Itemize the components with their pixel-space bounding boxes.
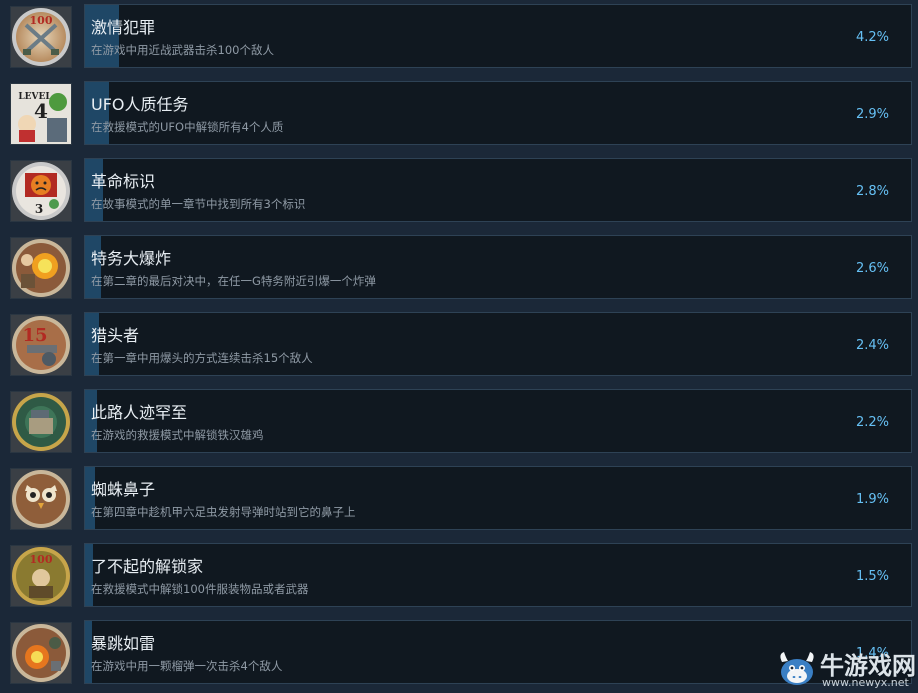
grenade-blast-icon (10, 622, 72, 684)
site-watermark: 牛游戏网 www.newyx.net (772, 640, 918, 693)
achievement-panel: 猎头者 在第一章中用爆头的方式连续击杀15个敌人 2.4% (84, 312, 912, 376)
iron-rooster-icon (10, 391, 72, 453)
unlock-percent: 1.5% (855, 569, 889, 584)
svg-text:4: 4 (34, 99, 48, 123)
unlock-100-icon: 100 (10, 545, 72, 607)
svg-text:15: 15 (22, 325, 47, 346)
achievement-row[interactable]: LEVEL 4 UFO人质任务 在救援模式的UFO中解锁所有4个人质 2.9% (0, 81, 918, 145)
achievement-panel: UFO人质任务 在救援模式的UFO中解锁所有4个人质 2.9% (84, 81, 912, 145)
achievement-panel: 激情犯罪 在游戏中用近战武器击杀100个敌人 4.2% (84, 4, 912, 68)
achievement-row[interactable]: 100 了不起的解锁家 在救援模式中解锁100件服装物品或者武器 1.5% (0, 543, 918, 607)
unlock-percent: 2.9% (855, 107, 889, 122)
achievement-title: 了不起的解锁家 (91, 557, 204, 576)
watermark-url: www.newyx.net (822, 676, 909, 689)
achievement-description: 在救援模式的UFO中解锁所有4个人质 (91, 120, 284, 134)
headshot-15-icon: 15 (10, 314, 72, 376)
achievement-panel: 此路人迹罕至 在游戏的救援模式中解锁铁汉雄鸡 2.2% (84, 389, 912, 453)
svg-text:100: 100 (30, 14, 53, 27)
achievement-title: 特务大爆炸 (91, 249, 172, 268)
explosion-icon (10, 237, 72, 299)
achievement-row[interactable]: 3 革命标识 在故事模式的单一章节中找到所有3个标识 2.8% (0, 158, 918, 222)
unlock-percent: 2.6% (855, 261, 889, 276)
emblem-3-icon: 3 (10, 160, 72, 222)
achievement-description: 在游戏中用近战武器击杀100个敌人 (91, 43, 274, 57)
unlock-percent: 4.2% (855, 30, 889, 45)
achievement-panel: 了不起的解锁家 在救援模式中解锁100件服装物品或者武器 1.5% (84, 543, 912, 607)
unlock-percent: 2.8% (855, 184, 889, 199)
unlock-percent: 1.9% (855, 492, 889, 507)
achievement-description: 在第一章中用爆头的方式连续击杀15个敌人 (91, 351, 313, 365)
achievement-description: 在游戏中用一颗榴弹一次击杀4个敌人 (91, 659, 283, 673)
achievement-description: 在救援模式中解锁100件服装物品或者武器 (91, 582, 309, 596)
achievement-row[interactable]: 15 猎头者 在第一章中用爆头的方式连续击杀15个敌人 2.4% (0, 312, 918, 376)
achievement-panel: 特务大爆炸 在第二章的最后对决中，在任一G特务附近引爆一个炸弹 2.6% (84, 235, 912, 299)
achievement-description: 在第二章的最后对决中，在任一G特务附近引爆一个炸弹 (91, 274, 376, 288)
achievement-panel: 蜘蛛鼻子 在第四章中趁机甲六足虫发射导弹时站到它的鼻子上 1.9% (84, 466, 912, 530)
achievement-title: UFO人质任务 (91, 95, 189, 114)
achievement-row[interactable]: 蜘蛛鼻子 在第四章中趁机甲六足虫发射导弹时站到它的鼻子上 1.9% (0, 466, 918, 530)
svg-text:100: 100 (30, 553, 53, 566)
cow-logo-icon (780, 652, 814, 685)
unlock-percent: 2.2% (855, 415, 889, 430)
crossed-knives-icon: 100 (10, 6, 72, 68)
achievement-row[interactable]: 此路人迹罕至 在游戏的救援模式中解锁铁汉雄鸡 2.2% (0, 389, 918, 453)
achievement-title: 暴跳如雷 (91, 634, 156, 653)
achievement-title: 此路人迹罕至 (91, 403, 188, 422)
achievement-title: 蜘蛛鼻子 (91, 480, 156, 499)
achievement-description: 在第四章中趁机甲六足虫发射导弹时站到它的鼻子上 (91, 505, 356, 519)
achievement-panel: 革命标识 在故事模式的单一章节中找到所有3个标识 2.8% (84, 158, 912, 222)
achievement-description: 在故事模式的单一章节中找到所有3个标识 (91, 197, 306, 211)
level-4-ufo-icon: LEVEL 4 (10, 83, 72, 145)
owl-icon (10, 468, 72, 530)
achievement-list: 100 激情犯罪 在游戏中用近战武器击杀100个敌人 4.2% LEVEL 4 (0, 0, 918, 693)
achievement-row[interactable]: 100 激情犯罪 在游戏中用近战武器击杀100个敌人 4.2% (0, 4, 918, 68)
achievement-row[interactable]: 特务大爆炸 在第二章的最后对决中，在任一G特务附近引爆一个炸弹 2.6% (0, 235, 918, 299)
unlock-percent: 2.4% (855, 338, 889, 353)
svg-text:3: 3 (35, 202, 43, 216)
achievement-description: 在游戏的救援模式中解锁铁汉雄鸡 (91, 428, 264, 442)
achievement-title: 激情犯罪 (91, 18, 156, 37)
achievement-title: 猎头者 (91, 326, 140, 345)
achievement-title: 革命标识 (91, 172, 156, 191)
